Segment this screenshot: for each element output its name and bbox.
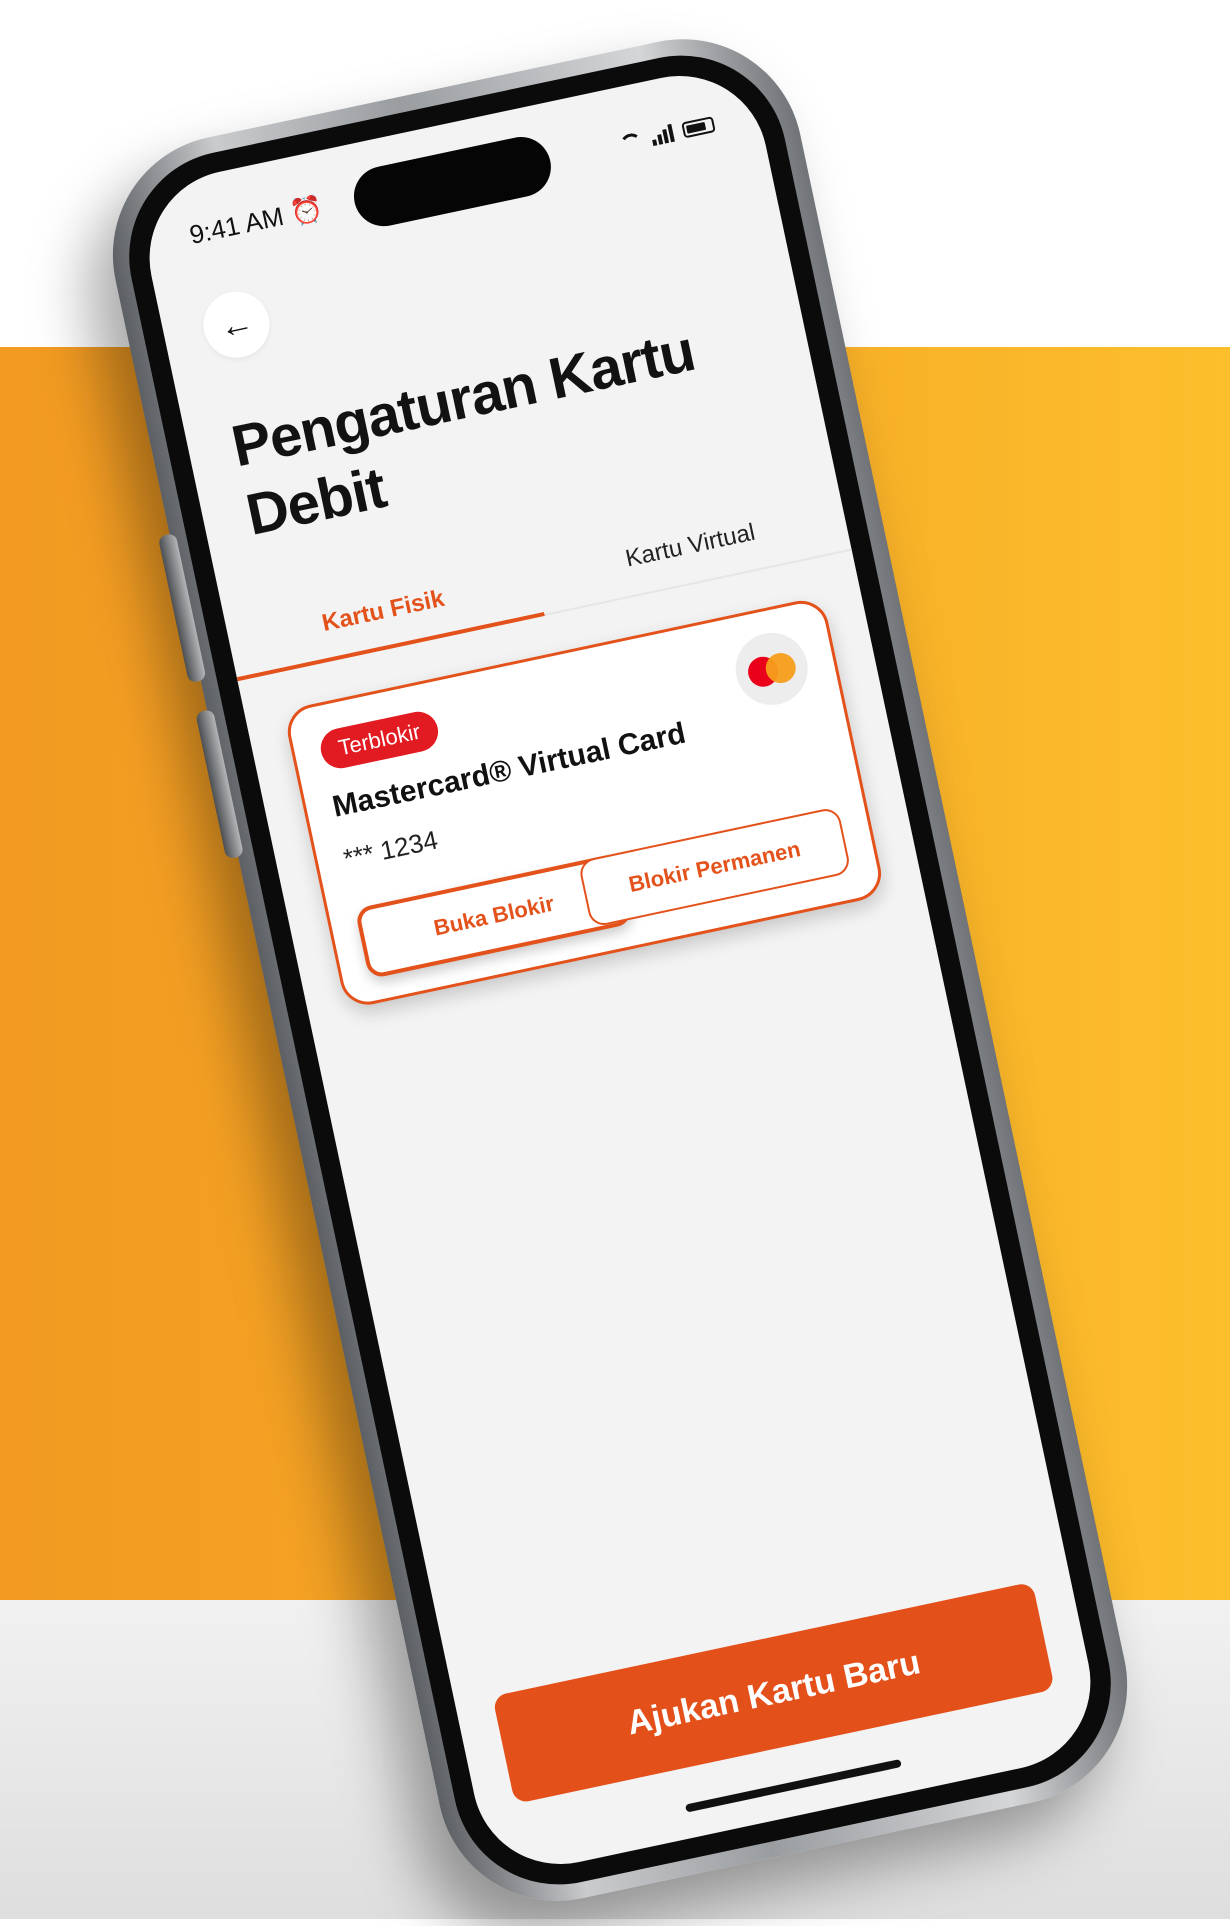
back-button[interactable]: ← bbox=[197, 285, 276, 364]
arrow-left-icon: ← bbox=[215, 302, 257, 347]
apply-new-card-button[interactable]: Ajukan Kartu Baru bbox=[492, 1581, 1056, 1805]
mastercard-logo-icon bbox=[729, 626, 815, 712]
status-badge: Terblokir bbox=[317, 708, 442, 772]
tab-kartu-virtual[interactable]: Kartu Virtual bbox=[530, 480, 851, 612]
permanent-block-button[interactable]: Blokir Permanen bbox=[577, 806, 852, 928]
cellular-signal-icon bbox=[650, 123, 675, 147]
battery-icon bbox=[681, 116, 716, 139]
status-time-group: 9:41 AM ⏰ bbox=[187, 192, 326, 251]
tab-kartu-fisik[interactable]: Kartu Fisik bbox=[222, 545, 545, 682]
debit-card-item: Terblokir Mastercard® Virtual Card *** 1… bbox=[282, 595, 887, 1010]
status-indicators bbox=[618, 115, 716, 153]
wifi-icon bbox=[619, 131, 644, 151]
card-number: *** 1234 bbox=[340, 824, 441, 874]
alarm-clock-icon: ⏰ bbox=[287, 191, 326, 229]
status-time: 9:41 AM bbox=[186, 200, 287, 250]
